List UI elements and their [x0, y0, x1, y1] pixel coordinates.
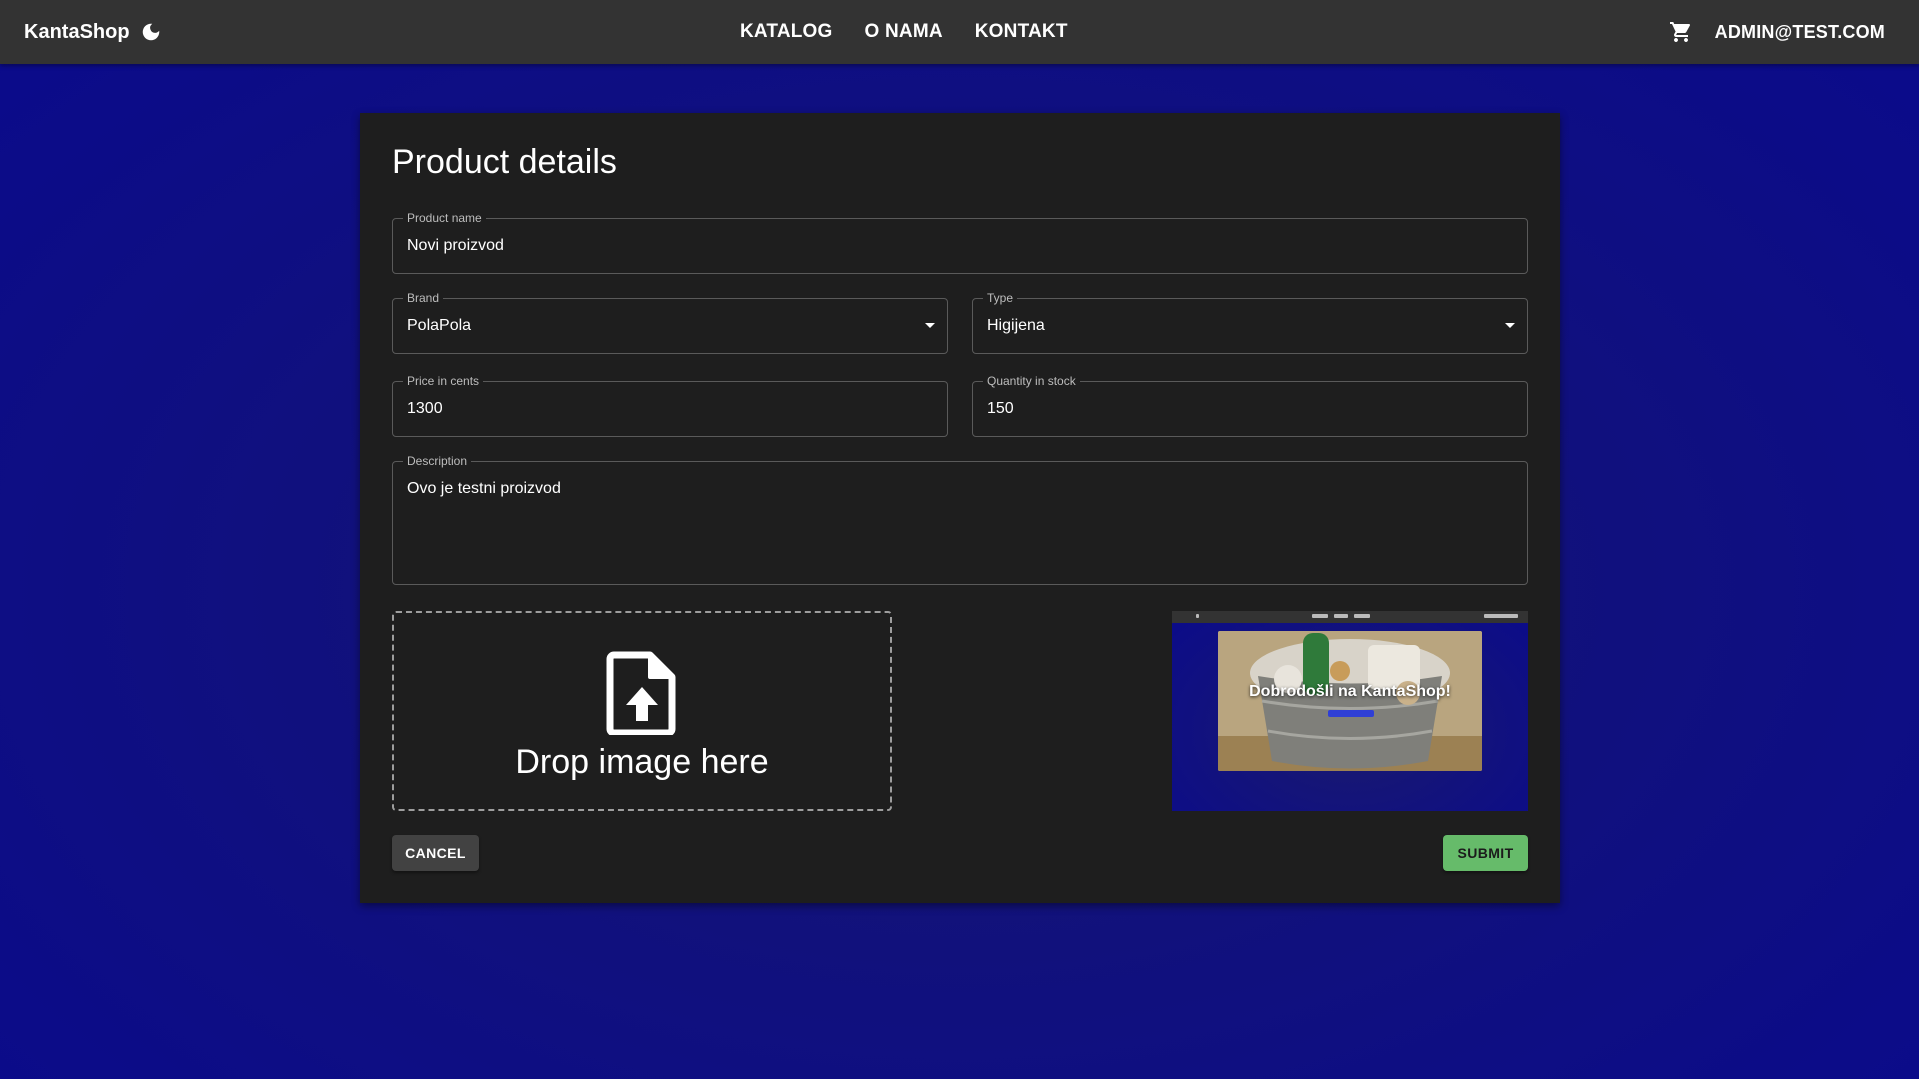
moon-icon[interactable]: [140, 21, 162, 43]
nav-katalog[interactable]: KATALOG: [740, 21, 833, 43]
preview-nav-2: [1334, 614, 1348, 618]
brand-value[interactable]: PolaPola: [407, 316, 471, 336]
file-upload-icon: [606, 651, 678, 736]
preview-hero-button: [1328, 710, 1374, 717]
description-value[interactable]: Ovo je testni proizvod: [407, 479, 561, 499]
product-name-label: Product name: [403, 210, 486, 226]
brand-name[interactable]: KantaShop: [24, 21, 130, 44]
cancel-button[interactable]: CANCEL: [392, 835, 479, 871]
product-name-value[interactable]: Novi proizvod: [407, 236, 504, 256]
preview-caption: Dobrodošli na KantaShop!: [1249, 683, 1451, 700]
header-actions: ADMIN@TEST.COM: [1669, 0, 1885, 64]
product-name-field[interactable]: Product name Novi proizvod: [392, 210, 1528, 274]
brand-arrow-drop-down-icon[interactable]: [925, 323, 935, 328]
app-bar: KantaShop KATALOG O NAMA KONTAKT ADMIN@T…: [0, 0, 1919, 64]
brand[interactable]: KantaShop: [24, 0, 162, 64]
cart-icon[interactable]: [1669, 20, 1693, 44]
brand-label: Brand: [403, 290, 444, 306]
quantity-label: Quantity in stock: [983, 373, 1080, 389]
type-value[interactable]: Higijena: [987, 316, 1045, 336]
price-field[interactable]: Price in cents 1300: [392, 373, 948, 437]
account-menu[interactable]: ADMIN@TEST.COM: [1715, 22, 1885, 43]
preview-nav-1: [1312, 614, 1328, 618]
type-arrow-drop-down-icon[interactable]: [1505, 323, 1515, 328]
nav-o-nama[interactable]: O NAMA: [865, 21, 943, 43]
image-preview: Dobrodošli na KantaShop!: [1172, 611, 1528, 811]
page-title: Product details: [392, 143, 617, 181]
main-nav: KATALOG O NAMA KONTAKT: [740, 0, 1100, 64]
preview-brand-mark: [1196, 614, 1199, 618]
description-label: Description: [403, 453, 472, 469]
quantity-field[interactable]: Quantity in stock 150: [972, 373, 1528, 437]
image-dropzone[interactable]: Drop image here: [392, 611, 892, 811]
quantity-value[interactable]: 150: [987, 399, 1014, 419]
type-label: Type: [983, 290, 1018, 306]
product-details-card: Product details Product name Novi proizv…: [360, 113, 1560, 903]
type-select[interactable]: Type Higijena: [972, 290, 1528, 354]
price-label: Price in cents: [403, 373, 484, 389]
preview-nav-3: [1354, 614, 1370, 618]
dropzone-text: Drop image here: [515, 742, 769, 781]
preview-app-bar: [1172, 611, 1528, 623]
nav-kontakt[interactable]: KONTAKT: [975, 21, 1068, 43]
price-value[interactable]: 1300: [407, 399, 443, 419]
brand-select[interactable]: Brand PolaPola: [392, 290, 948, 354]
submit-button[interactable]: SUBMIT: [1443, 835, 1528, 871]
preview-hero-image: Dobrodošli na KantaShop!: [1218, 631, 1482, 771]
preview-account: [1484, 614, 1518, 618]
description-field[interactable]: Description Ovo je testni proizvod: [392, 453, 1528, 585]
